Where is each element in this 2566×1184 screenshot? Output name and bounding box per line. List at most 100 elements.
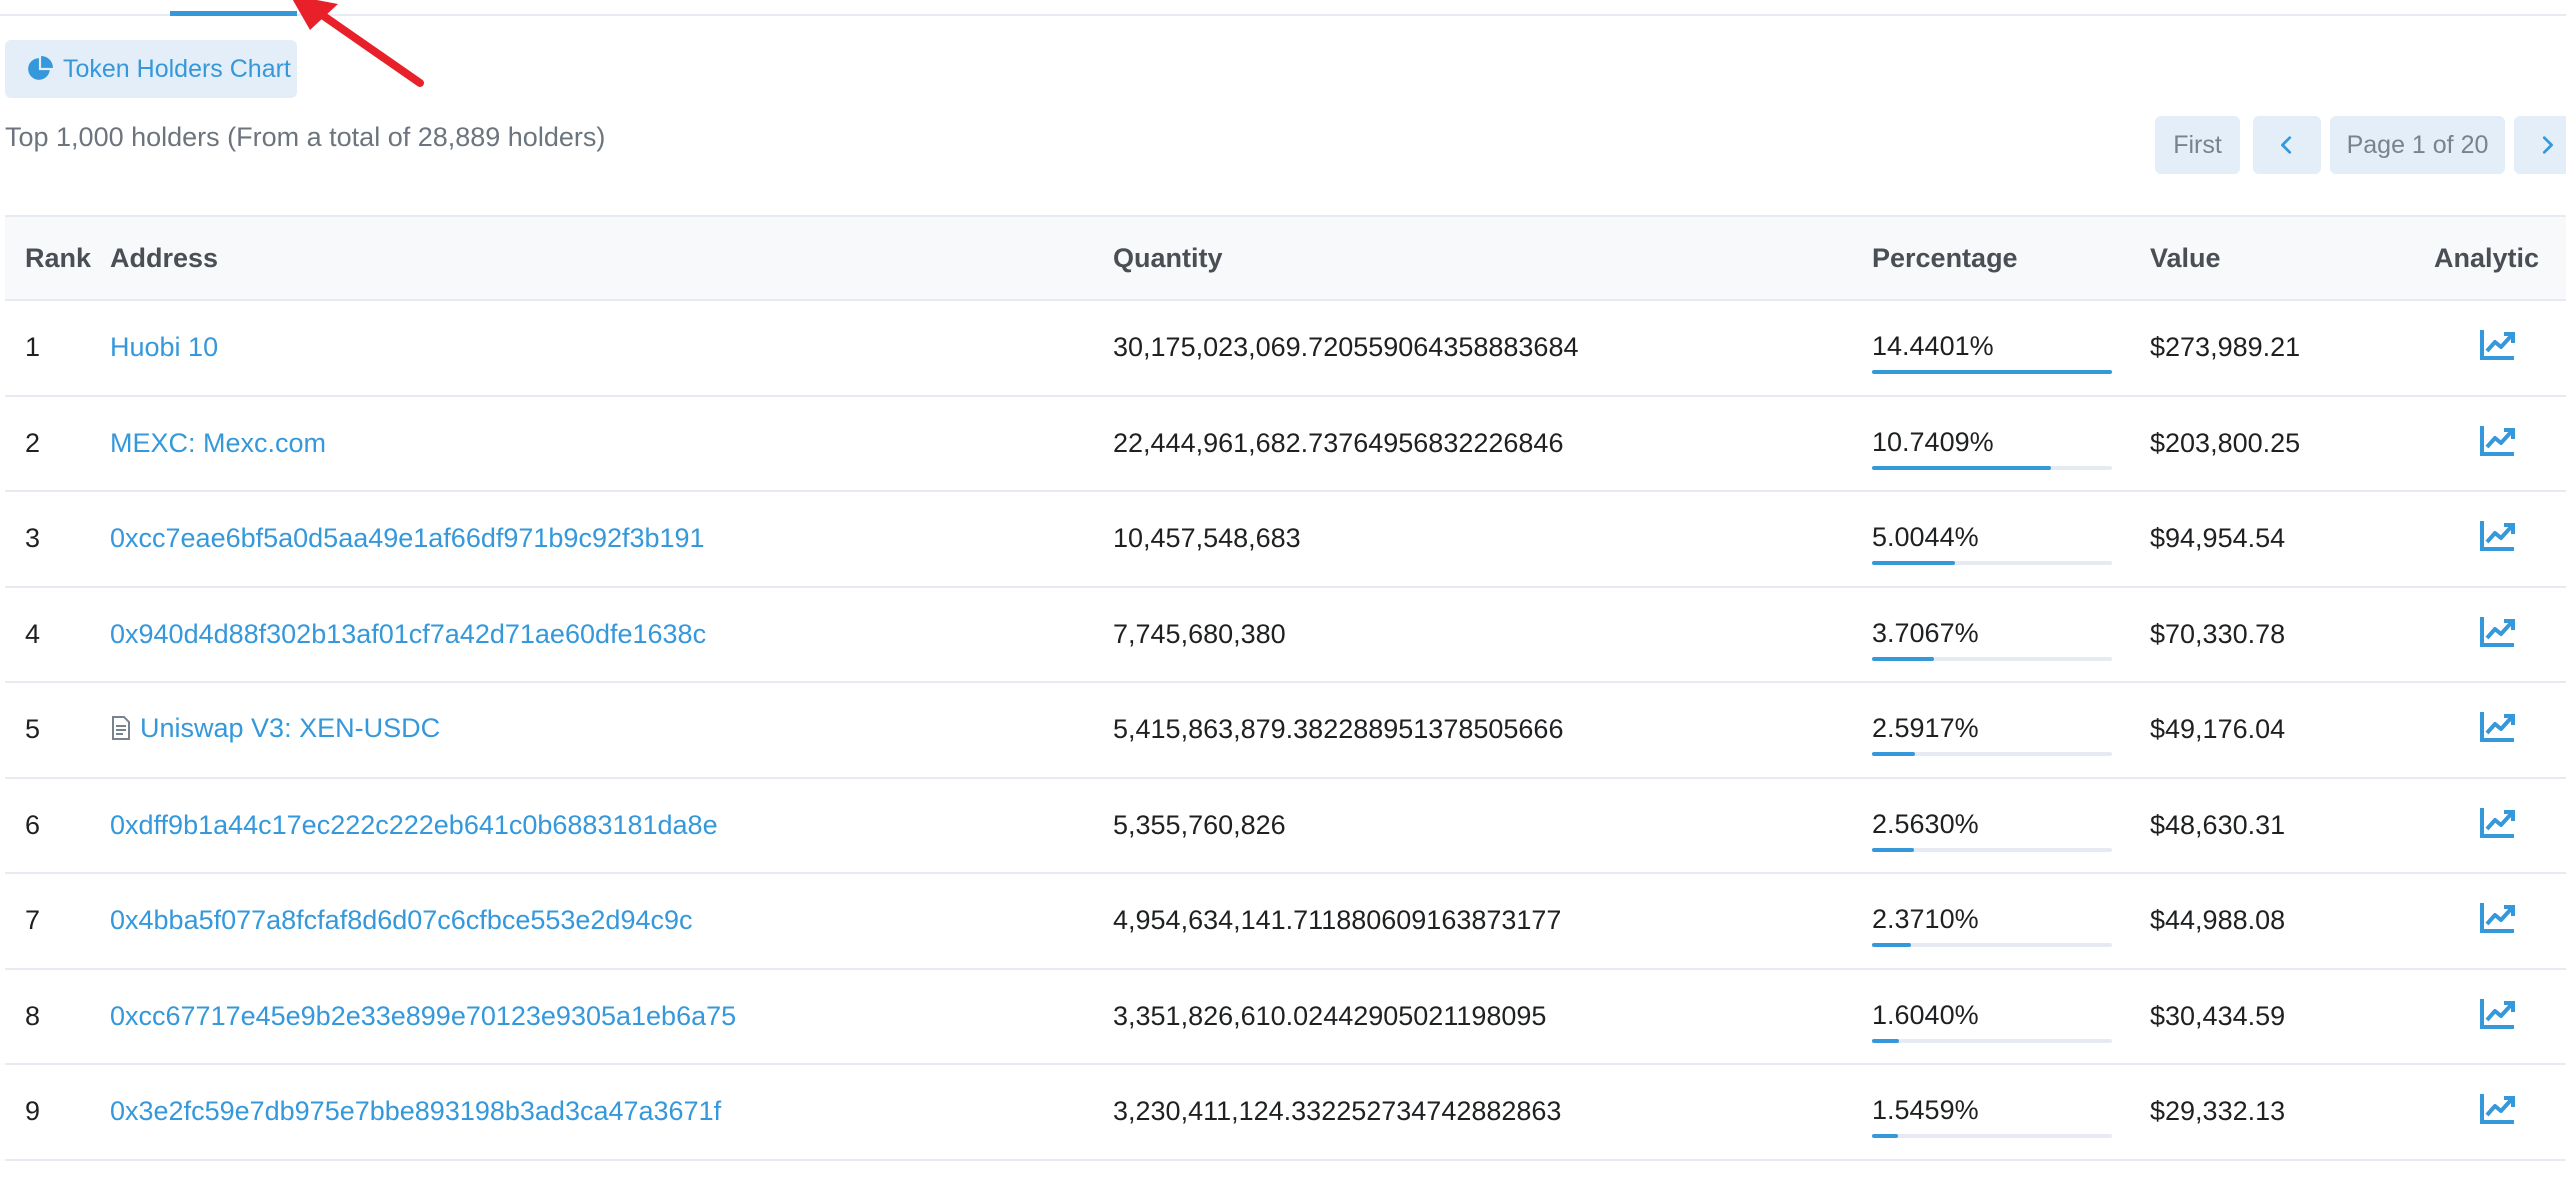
holder-address-text: 0x940d4d88f302b13af01cf7a42d71ae60dfe163…: [110, 618, 707, 649]
pagination-next-button[interactable]: [2514, 116, 2566, 174]
percentage-text: 3.7067%: [1872, 617, 1979, 648]
holder-address-link[interactable]: MEXC: Mexc.com: [110, 428, 326, 459]
analytics-cell: [2434, 778, 2566, 874]
address-cell: Huobi 10: [110, 300, 1113, 396]
percentage-bar-fill: [1872, 1134, 1898, 1139]
red-annotation-arrow: [292, 0, 424, 87]
percentage-text: 10.7409%: [1872, 426, 1994, 457]
percentage-text: 2.5630%: [1872, 808, 1979, 839]
holder-address-link[interactable]: Uniswap V3: XEN-USDC: [110, 713, 440, 744]
percentage-bar-fill: [1872, 752, 1915, 757]
pie-chart-icon: [28, 56, 53, 80]
rank-cell: 7: [25, 905, 41, 936]
percentage-bar: [1872, 847, 2112, 852]
percentage-cell: 10.7409%: [1872, 396, 2150, 492]
percentage-text: 1.5459%: [1872, 1095, 1979, 1126]
address-cell: Uniswap V3: XEN-USDC: [110, 682, 1113, 778]
analytics-chart-icon[interactable]: [2478, 995, 2518, 1031]
contract-file-icon: [112, 716, 130, 740]
holder-address-text: 0xcc67717e45e9b2e33e899e70123e9305a1eb6a…: [110, 1000, 737, 1031]
analytics-chart-icon[interactable]: [2478, 326, 2518, 362]
table-row: 2 MEXC: Mexc.com 22,444,961,682.7376495683…: [5, 396, 2566, 492]
analytics-chart-icon[interactable]: [2478, 517, 2518, 553]
analytics-chart-icon[interactable]: [2478, 708, 2518, 744]
holders-table: Rank Address Quantity Percentage Value A…: [5, 215, 2566, 1161]
value-cell: $44,988.08: [2150, 905, 2286, 936]
holder-address-link[interactable]: 0xdff9b1a44c17ec222c222eb641c0b6883181da…: [110, 810, 718, 841]
percentage-cell: 5.0044%: [1872, 491, 2150, 587]
holder-address-link[interactable]: 0x3e2fc59e7db975e7bbe893198b3ad3ca47a367…: [110, 1096, 721, 1127]
percentage-cell: 1.5459%: [1872, 1064, 2150, 1160]
holder-address-text: MEXC: Mexc.com: [110, 427, 327, 458]
token-holders-chart-label: Token Holders Chart: [63, 54, 291, 83]
holder-address-link[interactable]: Huobi 10: [110, 332, 218, 363]
header-rank: Rank: [25, 242, 92, 273]
quantity-cell: 5,355,760,826: [1113, 809, 1286, 840]
percentage-bar-fill: [1872, 847, 1915, 852]
quantity-cell: 3,351,826,610.02442905021198095: [1113, 1000, 1547, 1031]
pagination-prev-button[interactable]: [2253, 116, 2321, 174]
percentage-bar-fill: [1872, 561, 1956, 566]
address-cell: 0x940d4d88f302b13af01cf7a42d71ae60dfe163…: [110, 587, 1113, 683]
quantity-cell: 5,415,863,879.382288951378505666: [1113, 714, 1564, 745]
percentage-text: 2.3710%: [1872, 904, 1979, 935]
value-cell: $29,332.13: [2150, 1096, 2286, 1127]
percentage-bar-fill: [1872, 656, 1934, 661]
holder-address-text: 0xcc7eae6bf5a0d5aa49e1af66df971b9c92f3b1…: [110, 523, 705, 554]
quantity-cell: 7,745,680,380: [1113, 618, 1286, 649]
holder-address-text: Huobi 10: [110, 332, 219, 363]
holder-address-text: 0x3e2fc59e7db975e7bbe893198b3ad3ca47a367…: [110, 1096, 722, 1127]
table-row: 5 Uniswap V3: XEN-USDC 5,415,863,879.38228…: [5, 682, 2566, 778]
percentage-bar: [1872, 752, 2112, 757]
address-cell: 0x4bba5f077a8fcfaf8d6d07c6cfbce553e2d94c…: [110, 873, 1113, 969]
analytics-chart-icon[interactable]: [2478, 1090, 2518, 1126]
rank-cell: 3: [25, 523, 41, 554]
percentage-cell: 2.5630%: [1872, 778, 2150, 874]
chevron-right-icon: [2542, 136, 2553, 154]
table-row: 6 0xdff9b1a44c17ec222c222eb641c0b6883181d…: [5, 778, 2566, 874]
holder-address-link[interactable]: 0x4bba5f077a8fcfaf8d6d07c6cfbce553e2d94c…: [110, 905, 693, 936]
holder-address-text: Uniswap V3: XEN-USDC: [140, 712, 441, 743]
percentage-bar: [1872, 1038, 2112, 1043]
holder-address-link[interactable]: 0x940d4d88f302b13af01cf7a42d71ae60dfe163…: [110, 619, 706, 650]
analytics-cell: [2434, 682, 2566, 778]
rank-cell: 8: [25, 1000, 41, 1031]
percentage-cell: 2.3710%: [1872, 873, 2150, 969]
table-row: 9 0x3e2fc59e7db975e7bbe893198b3ad3ca47a36…: [5, 1064, 2566, 1160]
analytics-chart-icon[interactable]: [2478, 804, 2518, 840]
percentage-cell: 2.5917%: [1872, 682, 2150, 778]
table-row: 4 0x940d4d88f302b13af01cf7a42d71ae60dfe16…: [5, 587, 2566, 683]
quantity-cell: 3,230,411,124.332252734742882863: [1113, 1096, 1562, 1127]
percentage-bar: [1872, 561, 2112, 566]
holder-address-link[interactable]: 0xcc7eae6bf5a0d5aa49e1af66df971b9c92f3b1…: [110, 523, 705, 554]
analytics-chart-icon[interactable]: [2478, 899, 2518, 935]
value-cell: $48,630.31: [2150, 809, 2286, 840]
header-analytics: Analytic: [2434, 242, 2540, 273]
rank-cell: 2: [25, 427, 41, 458]
percentage-bar: [1872, 943, 2112, 948]
analytics-chart-icon[interactable]: [2478, 613, 2518, 649]
percentage-bar: [1872, 1134, 2112, 1139]
holder-address-link[interactable]: 0xcc67717e45e9b2e33e899e70123e9305a1eb6a…: [110, 1001, 736, 1032]
percentage-bar-fill: [1872, 1038, 1899, 1043]
percentage-text: 5.0044%: [1872, 522, 1979, 553]
analytics-cell: [2434, 396, 2566, 492]
value-cell: $94,954.54: [2150, 523, 2286, 554]
token-holders-chart-button[interactable]: Token Holders Chart: [5, 40, 297, 98]
analytics-cell: [2434, 587, 2566, 683]
holder-address-text: 0xdff9b1a44c17ec222c222eb641c0b6883181da…: [110, 809, 718, 840]
percentage-cell: 1.6040%: [1872, 969, 2150, 1065]
analytics-cell: [2434, 873, 2566, 969]
percentage-bar-fill: [1872, 465, 2051, 470]
percentage-bar: [1872, 370, 2112, 375]
active-tab-indicator: [170, 11, 297, 16]
holders-summary: Top 1,000 holders (From a total of 28,88…: [5, 122, 606, 152]
percentage-text: 1.6040%: [1872, 999, 1979, 1030]
percentage-bar-fill: [1872, 943, 1912, 948]
pagination-first-button[interactable]: First: [2155, 116, 2240, 174]
address-cell: 0x3e2fc59e7db975e7bbe893198b3ad3ca47a367…: [110, 1064, 1113, 1160]
analytics-chart-icon[interactable]: [2478, 422, 2518, 458]
percentage-bar: [1872, 656, 2112, 661]
value-cell: $30,434.59: [2150, 1000, 2286, 1031]
rank-cell: 5: [25, 714, 41, 745]
